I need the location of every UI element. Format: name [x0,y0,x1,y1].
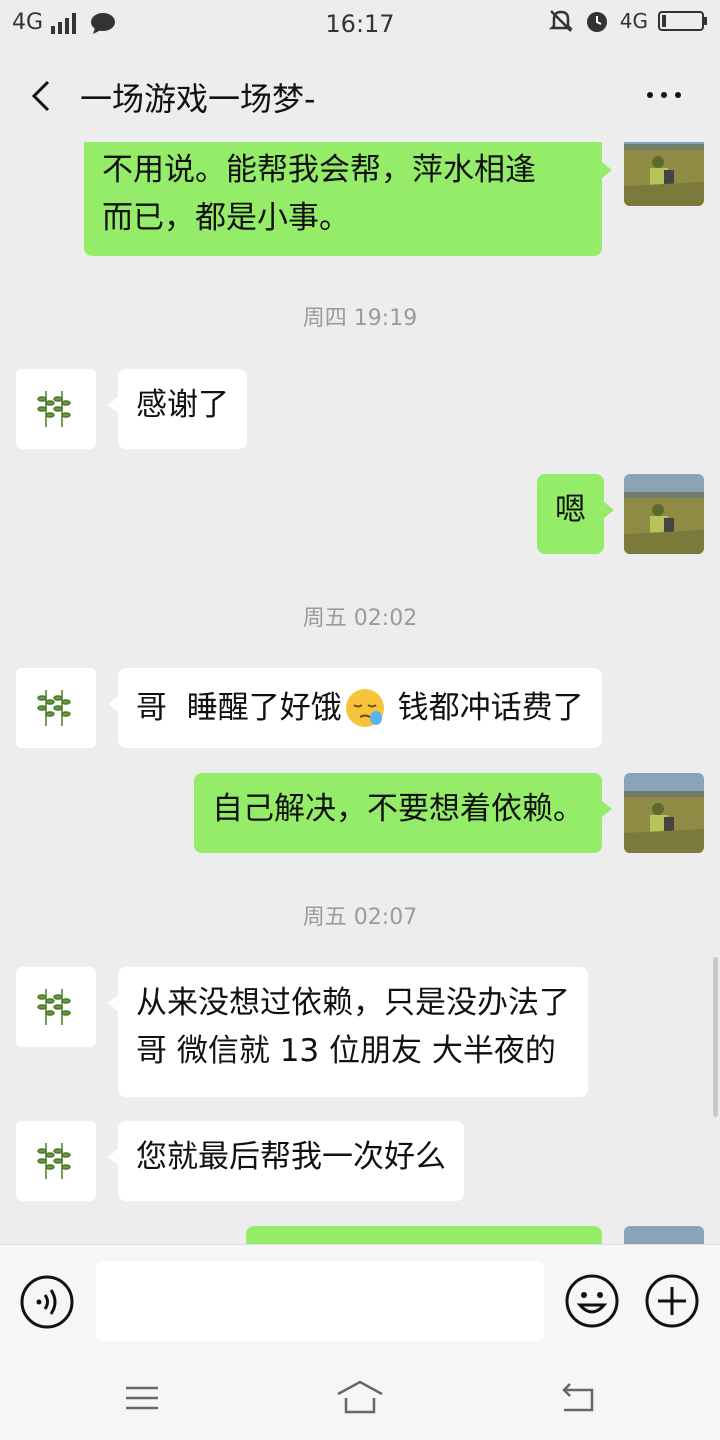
emoji-button[interactable] [564,1273,620,1329]
sleepy-face-emoji-icon [345,689,384,727]
message-bubble-friend[interactable]: 哥 睡醒了好饿 钱都冲话费了 [108,668,602,748]
mute-bell-icon [548,10,573,32]
plus-icon [645,1274,699,1328]
alarm-icon [586,12,607,32]
voice-button[interactable] [20,1275,74,1329]
menu-button[interactable] [122,1378,162,1418]
more-dots-icon [647,92,681,98]
more-options-button[interactable] [640,80,690,110]
smiley-icon [565,1274,619,1328]
message-line: 感谢了 [136,387,229,423]
message-line: 您就最后帮我一次好么 [136,1139,446,1175]
my-avatar[interactable] [624,1226,704,1244]
time-divider: 周五 02:02 [302,606,418,631]
status-bar: 4G 16:17 4G [0,0,720,50]
status-right: 4G [548,8,708,34]
message-line: 嗯 [555,492,586,528]
home-icon [337,1380,383,1414]
chat-title: 一场游戏一场梦- [80,80,316,118]
my-avatar[interactable] [624,474,704,554]
message-line: 自己解决，不要想着依赖。 [212,791,584,827]
chevron-left-icon [31,80,50,112]
my-avatar[interactable] [624,773,704,853]
message-line: 从来没想过依赖，只是没办法了 [136,985,570,1021]
message-bubble-me[interactable]: 自己解决，不要想着依赖。 [194,773,612,853]
message-text: 哥 睡醒了好饿 [136,690,342,726]
my-avatar[interactable] [624,142,704,206]
message-line: 不用说。能帮我会帮，萍水相逢 [102,152,536,188]
message-bubble-friend[interactable]: 您就最后帮我一次好么 [108,1121,464,1201]
more-functions-button[interactable] [644,1273,700,1329]
menu-icon [126,1386,158,1410]
network-4g-label: 4G [619,9,648,33]
friend-avatar[interactable] [16,967,96,1047]
chat-header: 一场游戏一场梦- [0,50,720,142]
message-bubble-me[interactable] [246,1226,602,1244]
back-button[interactable] [22,74,62,118]
message-text: 钱都冲话费了 [387,690,584,726]
system-navigation-bar [0,1356,720,1440]
input-bar [0,1244,720,1357]
voice-icon [20,1275,74,1329]
message-bubble-friend[interactable]: 感谢了 [108,369,247,449]
message-bubble-me[interactable]: 不用说。能帮我会帮，萍水相逢 而已，都是小事。 [84,142,612,256]
message-input[interactable] [96,1261,544,1341]
time-divider: 周五 02:07 [302,905,418,930]
back-arrow-icon [562,1383,594,1412]
friend-avatar[interactable] [16,369,96,449]
home-button[interactable] [334,1378,386,1418]
message-bubble-me[interactable]: 嗯 [537,474,614,554]
friend-avatar[interactable] [16,1121,96,1201]
message-bubble-friend[interactable]: 从来没想过依赖，只是没办法了 哥 微信就 13 位朋友 大半夜的 [108,967,588,1097]
scrollbar[interactable] [713,957,718,1117]
message-list[interactable]: 不用说。能帮我会帮，萍水相逢 而已，都是小事。 周四 19:19 感谢了 嗯 周… [0,142,720,1244]
message-line: 而已，都是小事。 [102,200,350,236]
message-line: 哥 微信就 13 位朋友 大半夜的 [136,1033,556,1069]
battery-icon [658,11,707,31]
friend-avatar[interactable] [16,668,96,748]
system-back-button[interactable] [558,1378,598,1418]
time-divider: 周四 19:19 [302,306,418,331]
